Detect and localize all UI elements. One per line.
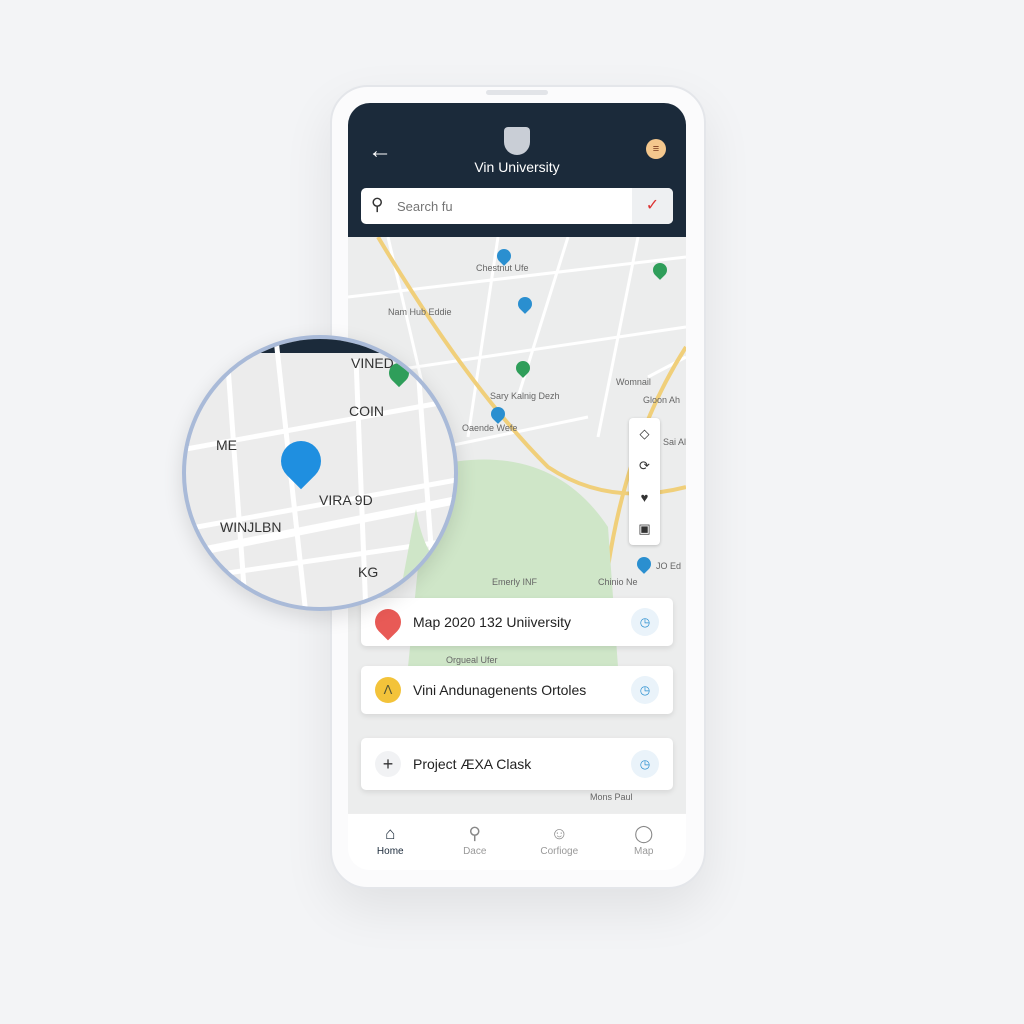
bottom-nav: ⌂ Home ⚲ Dace ☺ Corfioge ◯ Map xyxy=(348,813,686,870)
circle-icon: ◯ xyxy=(634,824,654,843)
map-label: Sai Al xyxy=(663,437,686,447)
home-icon: ⌂ xyxy=(385,824,396,843)
university-crest-icon xyxy=(504,127,530,155)
compass-icon[interactable]: ◷ xyxy=(631,676,659,704)
app-header: ← Vin University ≡ ⚲ ✓ xyxy=(348,103,686,237)
red-pin-icon xyxy=(369,603,407,641)
map-controls: ◇ ⟳ ♥ ▣ xyxy=(629,418,660,545)
plus-icon[interactable]: + xyxy=(375,751,401,777)
map-label: COIN xyxy=(349,403,384,419)
search-icon: ⚲ xyxy=(371,195,384,214)
heart-icon[interactable]: ♥ xyxy=(629,482,660,514)
nav-map[interactable]: ◯ Map xyxy=(602,814,687,870)
card-label: Vini Andunagenents Ortoles xyxy=(413,682,587,698)
yellow-badge-icon: Λ xyxy=(375,677,401,703)
search-bar: ⚲ ✓ xyxy=(361,188,673,224)
map-label: Orgueal Ufer xyxy=(446,655,498,665)
nav-label: Home xyxy=(376,846,404,857)
locate-icon[interactable]: ⟳ xyxy=(629,450,660,482)
avatar[interactable]: ≡ xyxy=(646,139,666,159)
map-label: Mons Paul xyxy=(590,792,633,802)
square-icon[interactable]: ▣ xyxy=(629,513,660,545)
map-label: Womnail xyxy=(616,377,651,387)
list-item[interactable]: + Project ÆXA Clask ◷ xyxy=(361,738,673,790)
search-input[interactable] xyxy=(397,188,627,224)
nav-dace[interactable]: ⚲ Dace xyxy=(433,814,518,870)
map-label: JO Ed xyxy=(656,561,682,571)
card-label: Map 2020 132 Uniiversity xyxy=(413,614,571,630)
phone-speaker xyxy=(486,90,548,95)
map-label: VIRA 9D xyxy=(319,492,373,508)
magnifier-roads xyxy=(186,339,454,607)
map-label: Nam Hub Eddie xyxy=(388,307,452,317)
compass-icon[interactable]: ◷ xyxy=(631,750,659,778)
list-item[interactable]: Λ Vini Andunagenents Ortoles ◷ xyxy=(361,666,673,714)
map-magnifier: VINED COIN ME VIRA 9D WINJLBN KG xyxy=(182,335,458,611)
search-icon: ⚲ xyxy=(468,824,481,843)
map-label: KG xyxy=(358,564,379,580)
map-label: Chinio Ne xyxy=(598,577,638,587)
layers-icon[interactable]: ◇ xyxy=(629,418,660,450)
map-label: VINED xyxy=(351,355,394,371)
check-icon[interactable]: ✓ xyxy=(632,188,673,224)
compass-icon[interactable]: ◷ xyxy=(631,608,659,636)
map-label: Sary Kalnig Dezh xyxy=(490,391,560,401)
face-icon: ☺ xyxy=(550,824,568,843)
map-label: Gloon Ah xyxy=(643,395,681,405)
map-label: WINJLBN xyxy=(220,519,282,535)
nav-corfioge[interactable]: ☺ Corfioge xyxy=(517,814,602,870)
nav-label: Map xyxy=(634,846,654,857)
page-title: Vin University xyxy=(474,159,560,175)
nav-label: Dace xyxy=(463,846,487,857)
map-label: ME xyxy=(216,437,237,453)
nav-home[interactable]: ⌂ Home xyxy=(348,814,433,870)
map-label: Oaende Wefe xyxy=(462,423,518,433)
card-label: Project ÆXA Clask xyxy=(413,756,532,772)
map-label: Emerly INF xyxy=(492,577,537,587)
nav-label: Corfioge xyxy=(540,846,579,857)
